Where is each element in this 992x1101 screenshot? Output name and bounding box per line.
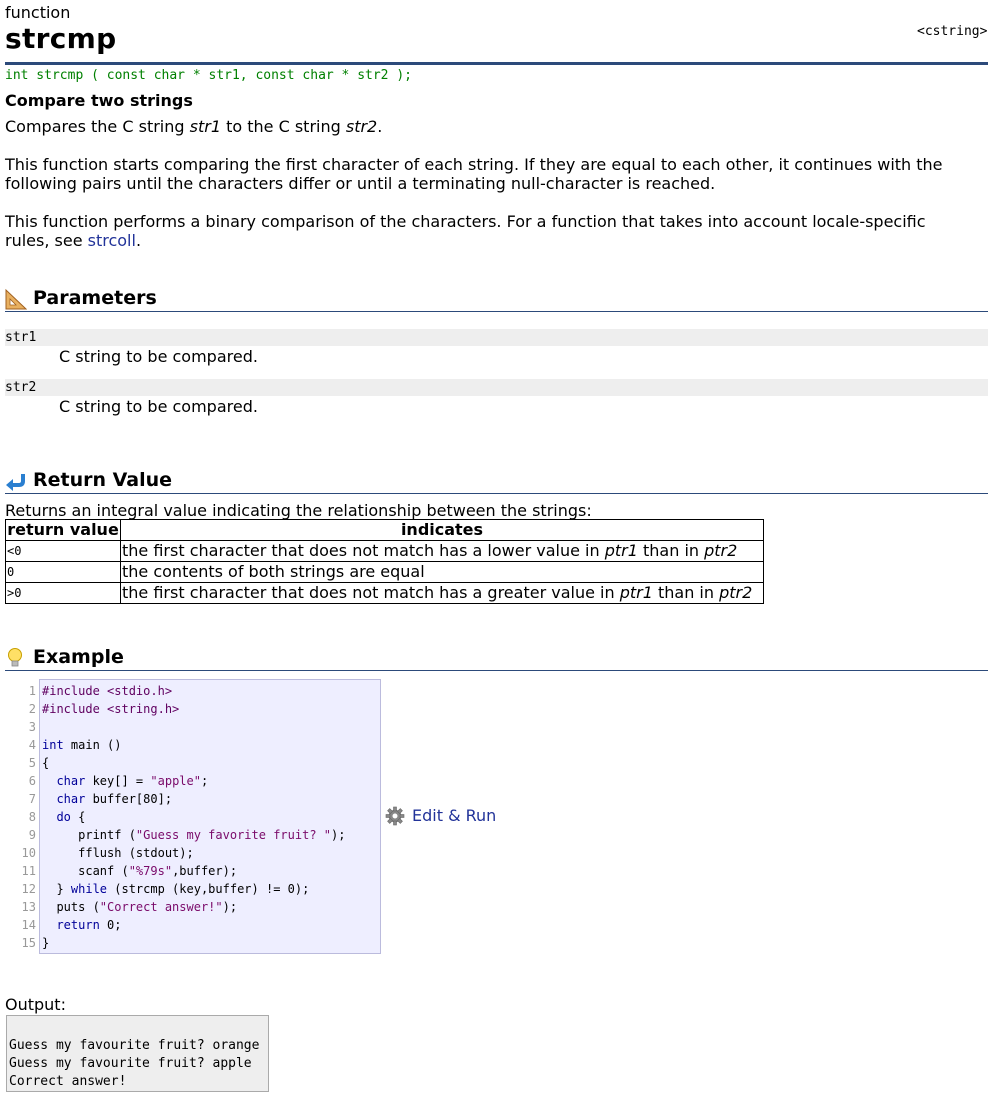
page-title: strcmp [5, 22, 117, 55]
param-ref: ptr2 [704, 541, 738, 560]
text: than in [652, 583, 720, 602]
line-number: 8 [28, 810, 36, 824]
param-ref: str2 [345, 117, 378, 136]
line-number: 15 [21, 936, 36, 950]
line-numbers: 1 2 3 4 5 6 7 8 9 10 11 12 13 14 15 [18, 682, 36, 952]
line-number: 1 [28, 684, 36, 698]
indicates-cell: the first character that does not match … [120, 540, 764, 562]
return-value-intro: Returns an integral value indicating the… [5, 501, 592, 520]
lightbulb-icon [8, 648, 22, 667]
strcoll-link[interactable]: strcoll [88, 231, 136, 250]
line-number: 14 [21, 918, 36, 932]
description-paragraph-1: Compares the C string str1 to the C stri… [5, 117, 975, 136]
return-value-cell: >0 [5, 582, 121, 604]
code-line: return 0; [56, 918, 122, 932]
set-square-icon [5, 288, 27, 310]
code-line: fflush (stdout); [42, 846, 194, 860]
return-value-heading: Return Value [33, 469, 173, 491]
section-rule [5, 670, 988, 671]
text: the first character that does not match … [122, 541, 605, 560]
param-ref: ptr1 [619, 583, 653, 602]
line-number: 10 [21, 846, 36, 860]
param-desc-str1: C string to be compared. [59, 347, 258, 366]
line-number: 2 [28, 702, 36, 716]
edit-run-label: Edit & Run [412, 806, 497, 825]
code-listing[interactable]: #include <stdio.h> #include <string.h> in… [42, 682, 345, 952]
line-number: 13 [21, 900, 36, 914]
return-value-section: Return Value [5, 468, 988, 494]
return-value-cell: <0 [5, 540, 121, 562]
line-number: 4 [28, 738, 36, 752]
param-ref: ptr1 [604, 541, 638, 560]
line-number: 11 [21, 864, 36, 878]
page-kind: function [5, 3, 71, 22]
summary: Compare two strings [5, 91, 193, 110]
code-line: printf ("Guess my favorite fruit? "); [42, 828, 346, 842]
column-header: indicates [120, 519, 764, 541]
text: Compares the C string [5, 117, 190, 136]
return-value-table: return value indicates <0 the first char… [5, 519, 764, 604]
code-line: } [42, 936, 50, 950]
code-line: { [42, 756, 50, 770]
example-section: Example [5, 645, 988, 671]
param-ref: str1 [189, 117, 221, 136]
column-header: return value [5, 519, 121, 541]
param-ref: ptr2 [719, 583, 753, 602]
code-line: int main () [42, 738, 122, 752]
text: . [135, 231, 142, 250]
title-rule [5, 62, 988, 65]
code-line: #include <stdio.h> [42, 684, 173, 698]
code-line: scanf ("%79s",buffer); [42, 864, 238, 878]
text: the first character that does not match … [122, 583, 620, 602]
section-rule [5, 493, 988, 494]
output-line: Guess my favourite fruit? apple [9, 1056, 252, 1071]
description-paragraph-2: This function starts comparing the first… [5, 155, 943, 193]
prototype: int strcmp ( const char * str1, const ch… [5, 68, 412, 83]
line-number: 6 [28, 774, 36, 788]
table-row: 0 the contents of both strings are equal [5, 561, 764, 583]
parameters-section: Parameters [5, 286, 988, 312]
line-number: 9 [28, 828, 36, 842]
code-line: char buffer[80]; [56, 792, 173, 806]
text: This function performs a binary comparis… [5, 212, 926, 250]
indicates-cell: the first character that does not match … [120, 582, 764, 604]
output-label: Output: [5, 995, 66, 1014]
code-line: } while (strcmp (key,buffer) != 0); [42, 882, 310, 896]
param-name-str1: str1 [5, 329, 988, 346]
line-number: 3 [28, 720, 36, 734]
param-name-str2: str2 [5, 379, 988, 396]
param-desc-str2: C string to be compared. [59, 397, 258, 416]
code-line: char key[] = "apple"; [56, 774, 209, 788]
text: . [377, 117, 383, 136]
return-arrow-icon [6, 474, 25, 491]
gear-icon [385, 806, 405, 826]
line-number: 12 [21, 882, 36, 896]
output-line: Correct answer! [9, 1074, 127, 1089]
parameters-heading: Parameters [33, 287, 157, 309]
code-line: puts ("Correct answer!"); [42, 900, 238, 914]
indicates-cell: the contents of both strings are equal [120, 561, 764, 583]
section-rule [5, 311, 988, 312]
example-heading: Example [33, 646, 124, 668]
line-number: 5 [28, 756, 36, 770]
header-name[interactable]: <cstring> [917, 24, 987, 39]
text: to the C string [221, 117, 346, 136]
code-line: do { [56, 810, 86, 824]
line-number: 7 [28, 792, 36, 806]
text: the contents of both strings are equal [122, 562, 425, 581]
output-text: Guess my favourite fruit? orange Guess my… [9, 1037, 259, 1091]
table-row: >0 the first character that does not mat… [5, 582, 764, 604]
table-row: <0 the first character that does not mat… [5, 540, 764, 562]
output-line: Guess my favourite fruit? orange [9, 1038, 260, 1053]
description-paragraph-3: This function performs a binary comparis… [5, 212, 975, 250]
text: than in [637, 541, 705, 560]
code-line: #include <string.h> [42, 702, 180, 716]
return-value-cell: 0 [5, 561, 121, 583]
table-header-row: return value indicates [5, 519, 764, 541]
